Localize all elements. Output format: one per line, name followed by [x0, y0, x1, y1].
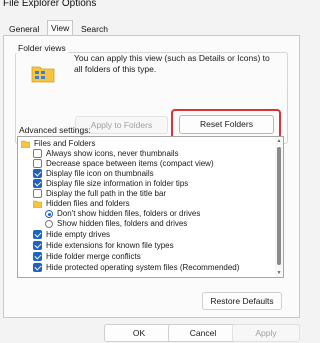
setting-hide-empty-drives[interactable]: Hide empty drives [18, 230, 273, 240]
advanced-settings-tree[interactable]: Files and Folders Always show icons, nev… [17, 136, 284, 278]
folder-views-description: You can apply this view (such as Details… [74, 53, 270, 74]
tab-strip: General View Search [4, 20, 299, 36]
checkbox[interactable] [33, 241, 42, 250]
ok-button[interactable]: OK [104, 324, 174, 342]
checkbox[interactable] [33, 179, 42, 188]
view-tab-panel: Folder views You can apply this view (su… [3, 35, 300, 318]
reset-folders-button[interactable]: Reset Folders [179, 115, 274, 134]
folder-icon [21, 140, 30, 148]
restore-defaults-button[interactable]: Restore Defaults [202, 292, 282, 310]
tree-scrollbar[interactable]: ▲ ▼ [275, 137, 283, 277]
setting-hide-extensions[interactable]: Hide extensions for known file types [18, 241, 273, 251]
setting-decrease-space[interactable]: Decrease space between items (compact vi… [18, 159, 273, 169]
scroll-up-arrow-icon[interactable]: ▲ [276, 138, 282, 144]
apply-button[interactable]: Apply [232, 324, 300, 342]
radio-button[interactable] [45, 210, 53, 218]
checkbox[interactable] [33, 169, 42, 178]
setting-dont-show-hidden[interactable]: Don't show hidden files, folders or driv… [18, 209, 273, 219]
setting-display-file-size[interactable]: Display file size information in folder … [18, 179, 273, 189]
folder-views-title: Folder views [16, 43, 68, 53]
setting-show-hidden[interactable]: Show hidden files, folders and drives [18, 219, 273, 229]
advanced-settings-label: Advanced settings: [19, 125, 91, 135]
setting-always-show-icons[interactable]: Always show icons, never thumbnails [18, 149, 273, 159]
setting-display-file-icon[interactable]: Display file icon on thumbnails [18, 169, 273, 179]
folder-icon [33, 200, 42, 208]
checkbox[interactable] [33, 149, 42, 158]
folder-grid-icon [31, 66, 55, 83]
radio-button[interactable] [45, 220, 53, 228]
title-bar: File Explorer Options [0, 0, 303, 20]
tree-folder-files-and-folders: Files and Folders [18, 139, 273, 149]
scroll-down-arrow-icon[interactable]: ▼ [276, 270, 282, 276]
cancel-button[interactable]: Cancel [168, 324, 238, 342]
window-title: File Explorer Options [3, 0, 97, 9]
checkbox[interactable] [33, 252, 42, 261]
setting-display-full-path[interactable]: Display the full path in the title bar [18, 189, 273, 199]
checkbox[interactable] [33, 159, 42, 168]
checkbox[interactable] [33, 263, 42, 272]
setting-hide-protected-files[interactable]: Hide protected operating system files (R… [18, 263, 273, 273]
setting-hide-merge-conflicts[interactable]: Hide folder merge conflicts [18, 252, 273, 262]
tab-view[interactable]: View [47, 20, 74, 36]
scroll-thumb[interactable] [277, 147, 281, 265]
tree-folder-hidden-files: Hidden files and folders [18, 199, 273, 209]
checkbox[interactable] [33, 230, 42, 239]
checkbox[interactable] [33, 189, 42, 198]
